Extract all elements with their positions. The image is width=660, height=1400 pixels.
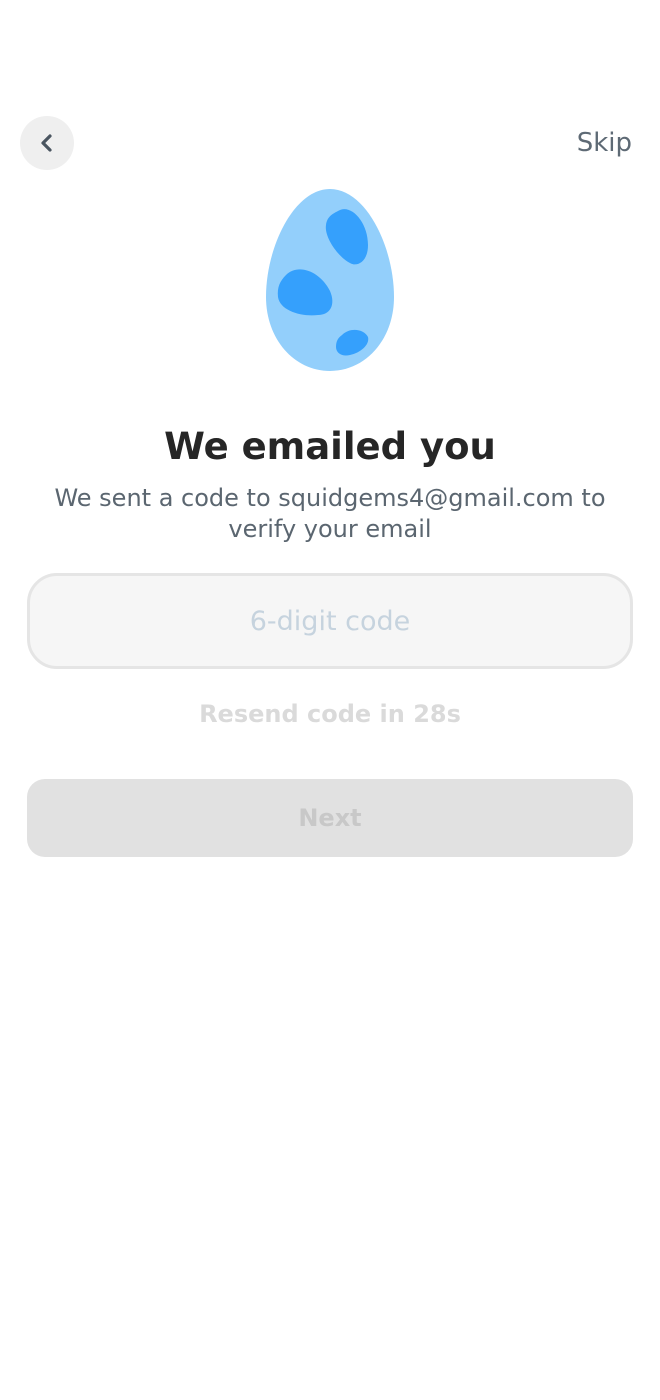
back-button[interactable] [20, 116, 74, 170]
next-button[interactable]: Next [27, 779, 633, 857]
skip-button[interactable]: Skip [577, 126, 632, 160]
egg-illustration [264, 187, 396, 373]
resend-code-text: Resend code in 28s [199, 700, 461, 728]
chevron-left-icon [36, 132, 58, 154]
page-title: We emailed you [164, 425, 496, 468]
top-bar: Skip [20, 116, 632, 170]
verification-code-input[interactable] [27, 573, 633, 669]
page-subtitle: We sent a code to squidgems4@gmail.com t… [54, 484, 606, 543]
